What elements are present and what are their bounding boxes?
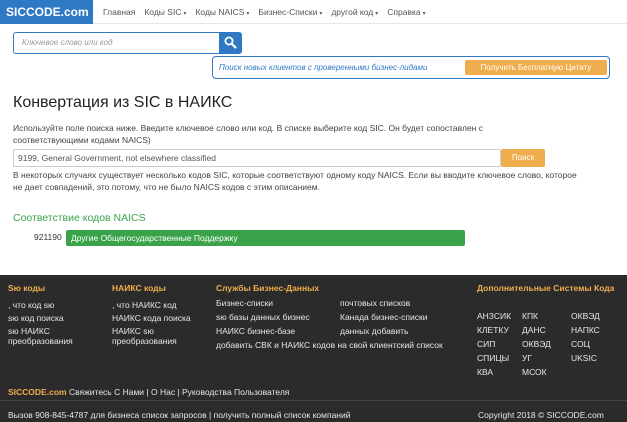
footer-link[interactable]: НАИКС кода поиска (112, 313, 207, 323)
match-heading: Соответствие кодов NAICS (13, 212, 146, 224)
page-title: Конвертация из SIC в НАИКС (13, 94, 233, 111)
nav-business-lists-label: Бизнес-Списки (258, 7, 318, 17)
chevron-down-icon: ▾ (246, 11, 250, 17)
footer-link[interactable]: СИП (477, 339, 495, 349)
code-search-input[interactable]: 9199, General Government, not elsewhere … (13, 149, 501, 167)
footer-col-sic: Sю коды , что код sю sю код поиска sю НА… (8, 283, 103, 349)
main-nav: Главная Коды SIC ▾ Коды NAICS ▾ Бизнес-Спи… (103, 0, 435, 24)
search-icon (224, 36, 237, 49)
get-quote-button[interactable]: Получить Бесплатную Цитату (465, 60, 607, 75)
footer-link[interactable]: , что код sю (8, 300, 103, 310)
footer-link[interactable]: UKSIC (571, 353, 597, 363)
footer-link[interactable]: НАПКС (571, 325, 600, 335)
nav-help-label: Справка (387, 7, 421, 17)
nav-home-label: Главная (103, 7, 136, 17)
site-logo[interactable]: SICCODE.com (0, 0, 93, 24)
nav-help[interactable]: Справка ▾ (387, 7, 425, 17)
footer-bar-links[interactable]: Свяжитесь С Нами | О Нас | Руководства П… (67, 387, 289, 397)
footer-link[interactable]: sю код поиска (8, 313, 103, 323)
chevron-down-icon: ▾ (319, 11, 323, 17)
footer-link[interactable]: УГ (522, 353, 532, 363)
footer-copyright: Copyright 2018 © SICCODE.com (478, 410, 604, 420)
nav-business-lists[interactable]: Бизнес-Списки ▾ (258, 7, 322, 17)
nav-other-code-label: другой код (331, 7, 374, 17)
footer-col-systems: Дополнительные Системы Кода (477, 283, 617, 300)
footer-link[interactable]: КПК (522, 311, 538, 321)
nav-sic-codes[interactable]: Коды SIC ▾ (144, 7, 186, 17)
footer-heading-sic: Sю коды (8, 283, 46, 293)
search-button[interactable] (219, 32, 242, 54)
chevron-down-icon: ▾ (422, 11, 426, 17)
footer-link[interactable]: КЛЕТКУ (477, 325, 509, 335)
nav-sic-codes-label: Коды SIC (144, 7, 182, 17)
footer-link[interactable]: Бизнес-списки (216, 298, 273, 308)
footer-link[interactable]: СОЦ (571, 339, 590, 349)
footer-contact[interactable]: Вызов 908-845-4787 для бизнеса список за… (8, 410, 350, 420)
nav-naics-codes-label: Коды NAICS (195, 7, 245, 17)
chevron-down-icon: ▾ (375, 11, 379, 17)
naics-code: 921190 (34, 232, 62, 242)
footer-link[interactable]: почтовых списков (340, 298, 410, 308)
footer-link[interactable]: НАИКС бизнес-базе (216, 326, 295, 336)
footer-link[interactable]: НАИКС sю преобразования (112, 326, 192, 346)
footer-link[interactable]: , что НАИКС код (112, 300, 207, 310)
footer-link[interactable]: ОКВЭД (571, 311, 600, 321)
footer-link[interactable]: sю НАИКС преобразования (8, 326, 88, 346)
footer-heading-systems: Дополнительные Системы Кода (477, 283, 615, 293)
footer-link[interactable]: МСОК (522, 367, 547, 377)
footer-col-naics: НАИКС коды , что НАИКС код НАИКС кода по… (112, 283, 207, 349)
search-input[interactable]: Ключевое слово или код (13, 32, 219, 54)
top-navbar: SICCODE.com Главная Коды SIC ▾ Коды NAICS… (0, 0, 627, 24)
footer-link[interactable]: СПИЦЫ (477, 353, 509, 363)
footer-heading-services: Службы Бизнес-Данных (216, 283, 320, 293)
footer-link[interactable]: sю базы данных бизнес (216, 312, 310, 322)
footer-links-bar: SICCODE.com Свяжитесь С Нами | О Нас | Р… (8, 387, 289, 397)
footer-brand[interactable]: SICCODE.com (8, 387, 67, 397)
nav-naics-codes[interactable]: Коды NAICS ▾ (195, 7, 249, 17)
nav-home[interactable]: Главная (103, 7, 135, 17)
promo-text: Поиск новых клиентов с проверенными бизн… (219, 63, 428, 72)
footer-link[interactable]: ДАНС (522, 325, 546, 335)
footer-link[interactable]: ОКВЭД (522, 339, 551, 349)
footer-link[interactable]: добавить СВК и НАИКС кодов на свой клиен… (216, 340, 451, 351)
code-search-button[interactable]: Поиск (501, 149, 545, 167)
info-note: В некоторых случаях существует несколько… (13, 170, 577, 192)
naics-match-link[interactable]: Другие Общегосударственные Поддержку (66, 230, 465, 246)
footer: Sю коды , что код sю sю код поиска sю НА… (0, 275, 627, 422)
footer-link[interactable]: Канада бизнес-списки (340, 312, 427, 322)
footer-heading-naics: НАИКС коды (112, 283, 166, 293)
promo-banner: Поиск новых клиентов с проверенными бизн… (212, 56, 610, 79)
intro-text: Используйте поле поиска ниже. Введите кл… (13, 123, 483, 145)
footer-divider (0, 400, 627, 401)
footer-link[interactable]: данных добавить (340, 326, 408, 336)
footer-link[interactable]: КВА (477, 367, 493, 377)
chevron-down-icon: ▾ (183, 11, 187, 17)
footer-link[interactable]: АНЗСИК (477, 311, 511, 321)
nav-other-code[interactable]: другой код ▾ (331, 7, 378, 17)
